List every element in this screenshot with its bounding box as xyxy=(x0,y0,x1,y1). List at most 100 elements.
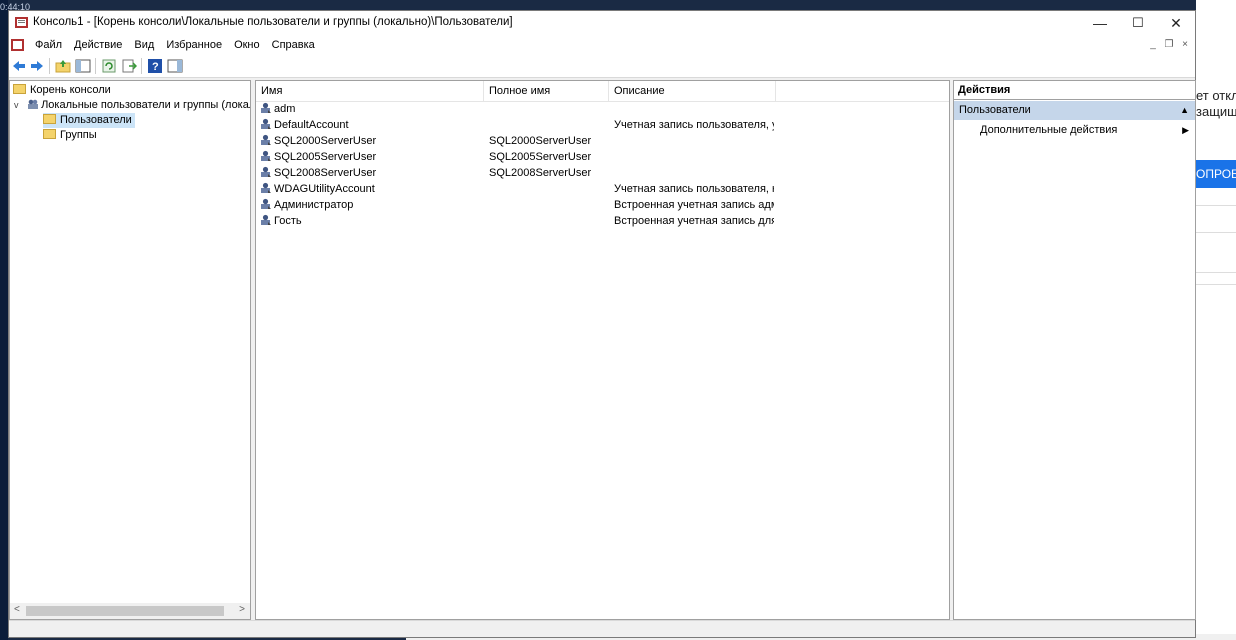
folder-icon xyxy=(43,114,56,125)
table-row[interactable]: SQL2008ServerUser SQL2008ServerUser xyxy=(256,165,949,181)
user-name: Администратор xyxy=(274,199,354,211)
actions-more-label: Дополнительные действия xyxy=(980,124,1118,136)
window-title: Консоль1 - [Корень консоли\Локальные пол… xyxy=(33,16,513,28)
background-text-1: ет откл xyxy=(1196,88,1236,103)
submenu-arrow-icon: ▶ xyxy=(1182,125,1189,135)
console-icon[interactable] xyxy=(11,39,24,51)
cell-name: Гость xyxy=(260,213,482,229)
folder-icon xyxy=(43,129,56,140)
actions-more-item[interactable]: Дополнительные действия ▶ xyxy=(954,121,1195,140)
user-name: DefaultAccount xyxy=(274,119,349,131)
mdi-restore-button[interactable]: ❐ xyxy=(1161,39,1177,50)
expand-chevron-icon[interactable]: v xyxy=(14,98,24,113)
toolbar-separator xyxy=(141,58,142,74)
desktop-edge: 0:44:10 xyxy=(0,0,30,640)
table-row[interactable]: adm xyxy=(256,101,949,117)
scroll-right-icon[interactable]: > xyxy=(239,604,245,615)
cell-description: Учетная запись пользователя, у... xyxy=(614,119,774,131)
user-icon xyxy=(261,102,271,114)
maximize-button[interactable]: ☐ xyxy=(1119,11,1157,35)
cell-name: SQL2008ServerUser xyxy=(260,165,482,181)
users-groups-icon xyxy=(28,99,39,110)
mdi-minimize-button[interactable]: _ xyxy=(1145,39,1161,50)
table-row[interactable]: SQL2005ServerUser SQL2005ServerUser xyxy=(256,149,949,165)
menu-action[interactable]: Действие xyxy=(68,39,128,51)
tree-item-root[interactable]: Корень консоли xyxy=(13,83,111,98)
user-name: adm xyxy=(274,103,296,115)
table-row[interactable]: SQL2000ServerUser SQL2000ServerUser xyxy=(256,133,949,149)
table-row[interactable]: WDAGUtilityAccount Учетная запись пользов… xyxy=(256,181,949,197)
collapse-triangle-icon[interactable]: ▲ xyxy=(1180,101,1189,120)
toolbar-separator xyxy=(95,58,96,74)
menu-help[interactable]: Справка xyxy=(266,39,321,51)
toolbar-separator xyxy=(49,58,50,74)
show-hide-action-pane-icon[interactable] xyxy=(167,58,183,74)
table-row[interactable]: Гость Встроенная учетная запись для ... xyxy=(256,213,949,229)
table-row[interactable]: Администратор Встроенная учетная запись а… xyxy=(256,197,949,213)
users-list: Имя Полное имя Описание adm DefaultAccoun… xyxy=(255,80,950,620)
tree-item-groups[interactable]: Группы xyxy=(43,128,97,143)
table-row[interactable]: DefaultAccount Учетная запись пользовател… xyxy=(256,117,949,133)
cell-name: WDAGUtilityAccount xyxy=(260,181,482,197)
user-icon xyxy=(261,118,271,130)
user-icon xyxy=(261,134,271,146)
refresh-icon[interactable] xyxy=(101,58,117,74)
mdi-close-button[interactable]: × xyxy=(1177,39,1193,50)
title-bar[interactable]: Консоль1 - [Корень консоли\Локальные пол… xyxy=(9,11,1195,35)
column-header-name[interactable]: Имя xyxy=(256,81,484,101)
cell-description: Встроенная учетная запись адм... xyxy=(614,199,774,211)
mmc-window: Консоль1 - [Корень консоли\Локальные пол… xyxy=(8,10,1196,638)
user-icon xyxy=(261,150,271,162)
show-hide-tree-icon[interactable] xyxy=(75,58,91,74)
background-window: ет откл защищ ОПРОБ xyxy=(1196,0,1236,640)
cell-full-name: SQL2000ServerUser xyxy=(489,135,592,147)
menu-favorites[interactable]: Избранное xyxy=(160,39,228,51)
toolbar: ? xyxy=(9,55,1195,78)
cell-name: adm xyxy=(260,101,482,117)
tree-item-local-users-groups[interactable]: v Локальные пользователи и группы (локал… xyxy=(14,98,250,113)
divider xyxy=(1196,205,1236,206)
menu-bar: Файл Действие Вид Избранное Окно Справка… xyxy=(9,35,1195,55)
column-header-full-name[interactable]: Полное имя xyxy=(484,81,609,101)
tree-item-label: Локальные пользователи и группы (локальн… xyxy=(41,99,250,111)
tree-item-label: Пользователи xyxy=(60,114,132,126)
menu-view[interactable]: Вид xyxy=(128,39,160,51)
horizontal-scrollbar[interactable]: < > xyxy=(10,603,250,619)
actions-pane: Действия Пользователи ▲ Дополнительные д… xyxy=(953,80,1196,620)
menu: Файл Действие Вид Избранное Окно Справка xyxy=(29,39,321,51)
export-list-icon[interactable] xyxy=(121,58,137,74)
actions-section-label: Пользователи xyxy=(959,104,1031,116)
user-name: Гость xyxy=(274,215,302,227)
cell-name: Администратор xyxy=(260,197,482,213)
forward-arrow-icon[interactable] xyxy=(29,58,45,74)
back-arrow-icon[interactable] xyxy=(11,58,27,74)
tree-item-label: Группы xyxy=(60,129,97,141)
list-header: Имя Полное имя Описание xyxy=(256,81,949,102)
tree-item-users[interactable]: Пользователи xyxy=(43,113,135,128)
menu-file[interactable]: Файл xyxy=(29,39,68,51)
divider xyxy=(1196,284,1236,285)
help-icon[interactable]: ? xyxy=(147,58,163,74)
tree-item-label: Корень консоли xyxy=(30,84,111,96)
actions-header: Действия xyxy=(954,81,1195,100)
cell-name: SQL2000ServerUser xyxy=(260,133,482,149)
scrollbar-thumb[interactable] xyxy=(26,606,224,616)
user-icon xyxy=(261,166,271,178)
scroll-left-icon[interactable]: < xyxy=(14,604,20,615)
divider xyxy=(1196,232,1236,233)
cell-full-name: SQL2005ServerUser xyxy=(489,151,592,163)
up-folder-icon[interactable] xyxy=(55,58,71,74)
column-header-description[interactable]: Описание xyxy=(609,81,776,101)
menu-window[interactable]: Окно xyxy=(228,39,266,51)
background-button[interactable]: ОПРОБ xyxy=(1196,160,1236,188)
user-name: SQL2000ServerUser xyxy=(274,135,377,147)
status-bar xyxy=(9,620,1195,637)
minimize-button[interactable]: — xyxy=(1081,11,1119,35)
user-name: SQL2008ServerUser xyxy=(274,167,377,179)
console-tree: Корень консоли v Локальные пользователи … xyxy=(9,80,251,620)
close-button[interactable]: ✕ xyxy=(1157,11,1195,35)
folder-icon xyxy=(13,84,26,95)
background-text-2: защищ xyxy=(1196,104,1236,119)
cell-description: Учетная запись пользователя, к... xyxy=(614,183,774,195)
actions-section-users[interactable]: Пользователи ▲ xyxy=(954,101,1195,120)
